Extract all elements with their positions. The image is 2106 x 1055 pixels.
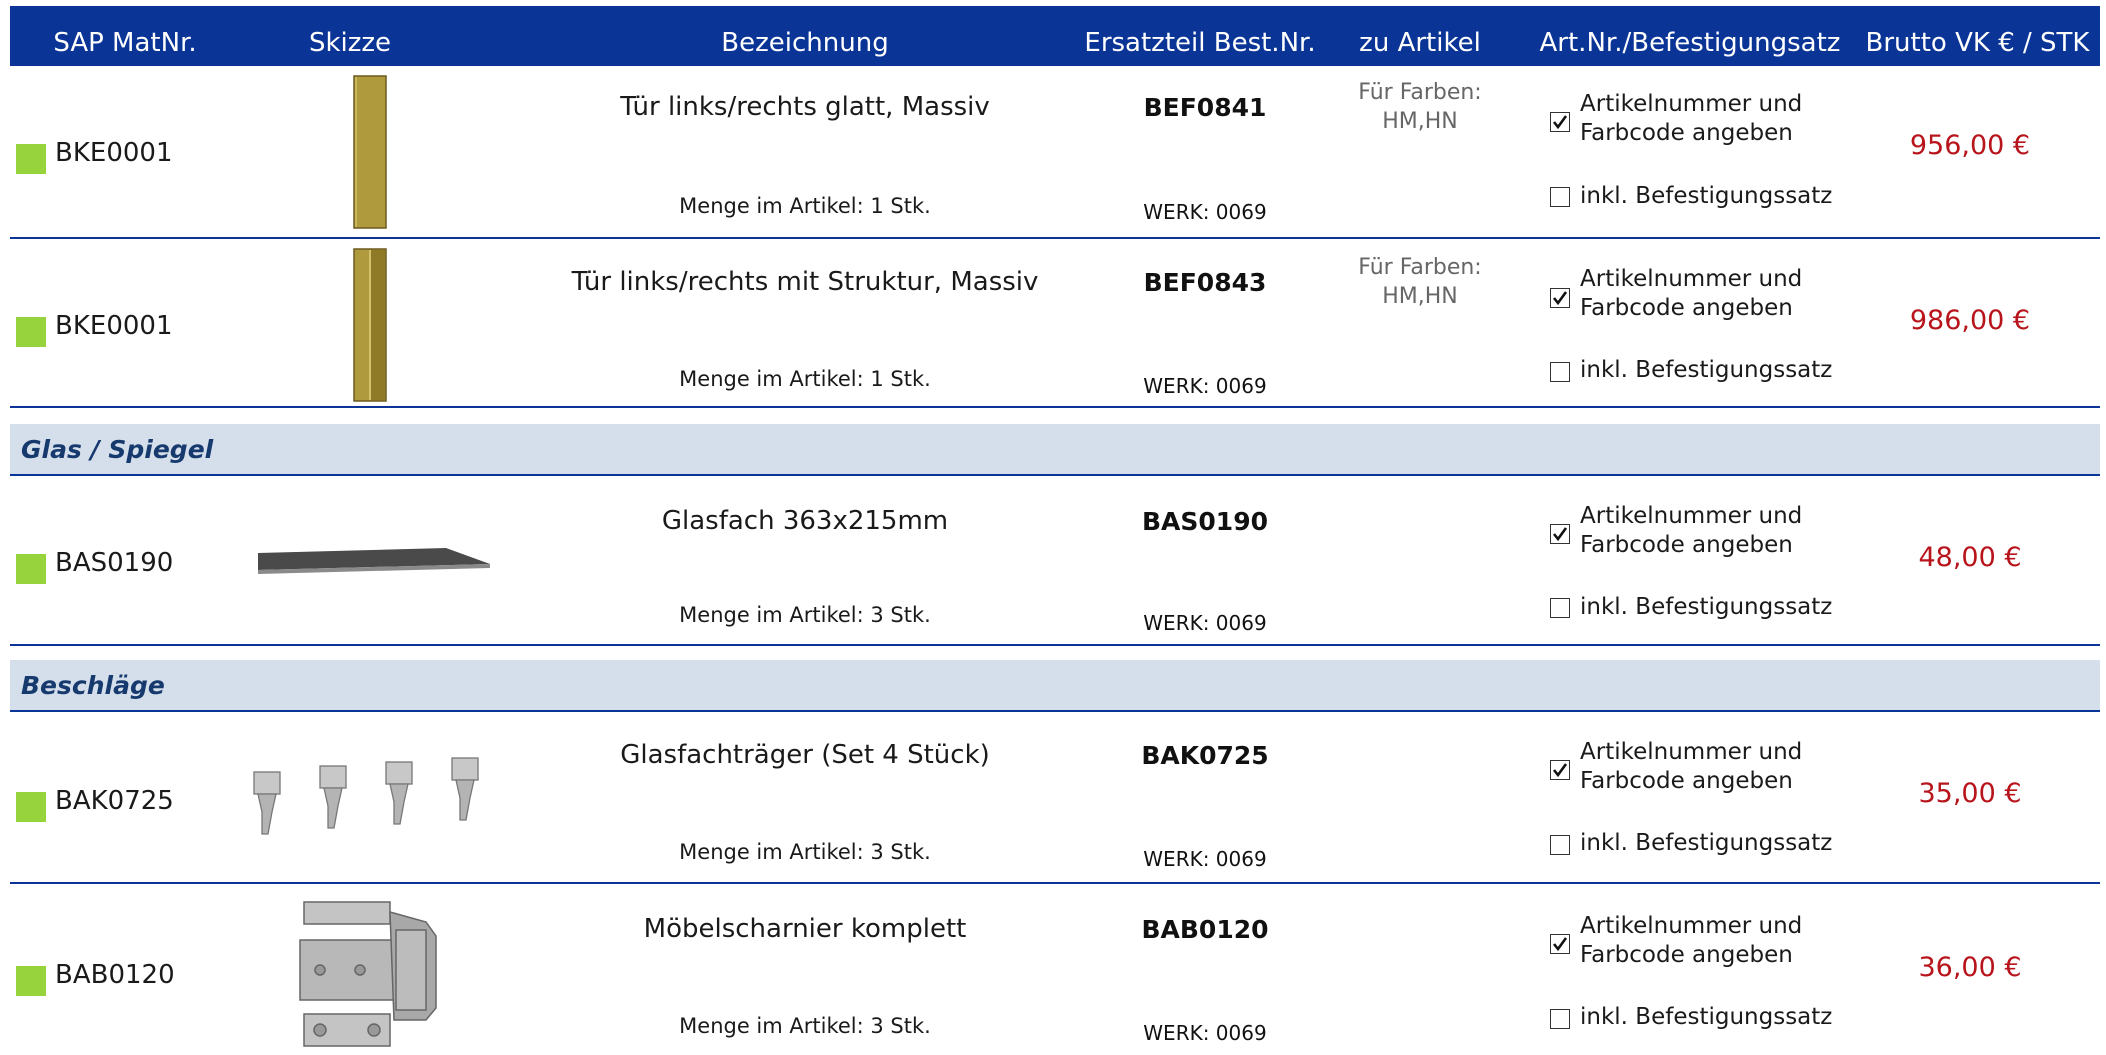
row-divider bbox=[10, 882, 2100, 884]
checkmark-icon bbox=[1552, 291, 1568, 306]
checkmark-icon bbox=[1552, 115, 1568, 130]
category-beschlaege: Beschläge bbox=[10, 660, 2100, 712]
col-header-sap: SAP MatNr. bbox=[53, 28, 197, 58]
artikelnummer-label-2: Farbcode angeben bbox=[1580, 532, 1793, 558]
ersatzteil-bestnr: BAK0725 bbox=[1141, 741, 1269, 770]
sap-matnr: BAK0725 bbox=[55, 786, 174, 816]
table-row: BAB0120 Möbelscharnier komplett Menge im… bbox=[10, 886, 2100, 1051]
befestigungssatz-checkbox[interactable] bbox=[1550, 362, 1570, 382]
artikelnummer-checkbox[interactable] bbox=[1550, 524, 1570, 544]
artikelnummer-label-2: Farbcode angeben bbox=[1580, 120, 1793, 146]
ersatzteil-bestnr: BEF0843 bbox=[1143, 268, 1267, 297]
artikelnummer-label-2: Farbcode angeben bbox=[1580, 295, 1793, 321]
farben-codes: HM,HN bbox=[1382, 284, 1458, 309]
category-title: Glas / Spiegel bbox=[21, 435, 214, 464]
befestigungssatz-label: inkl. Befestigungssatz bbox=[1580, 183, 1833, 209]
table-row: BKE0001 Tür links/rechts glatt, Massiv M… bbox=[10, 66, 2100, 239]
bezeichnung: Glasfachträger (Set 4 Stück) bbox=[620, 740, 990, 770]
farben-label: Für Farben: bbox=[1358, 80, 1482, 105]
checkmark-icon bbox=[1552, 937, 1568, 952]
table-row: BAK0725 Glasfachträger (Set 4 Stück) Men… bbox=[10, 712, 2100, 884]
artikelnummer-checkbox[interactable] bbox=[1550, 112, 1570, 132]
artikelnummer-label-1: Artikelnummer und bbox=[1580, 503, 1803, 529]
farben-label: Für Farben: bbox=[1358, 255, 1482, 280]
parts-table: SAP MatNr. Skizze Bezeichnung Ersatzteil… bbox=[10, 0, 2100, 1051]
bezeichnung: Tür links/rechts glatt, Massiv bbox=[620, 92, 990, 122]
shelf-support-icon bbox=[248, 756, 498, 850]
bezeichnung: Möbelscharnier komplett bbox=[643, 914, 967, 944]
werk-text: WERK: 0069 bbox=[1143, 847, 1267, 871]
price: 956,00 € bbox=[1909, 130, 2031, 161]
col-header-skizze: Skizze bbox=[308, 28, 392, 58]
befestigungssatz-checkbox[interactable] bbox=[1550, 187, 1570, 207]
status-indicator bbox=[16, 317, 46, 347]
werk-text: WERK: 0069 bbox=[1143, 374, 1267, 398]
sap-matnr: BKE0001 bbox=[55, 138, 173, 168]
status-indicator bbox=[16, 792, 46, 822]
menge-text: Menge im Artikel: 3 Stk. bbox=[679, 603, 931, 627]
menge-text: Menge im Artikel: 3 Stk. bbox=[679, 1014, 931, 1038]
werk-text: WERK: 0069 bbox=[1143, 611, 1267, 635]
status-indicator bbox=[16, 144, 46, 174]
price: 36,00 € bbox=[1918, 952, 2022, 983]
status-indicator bbox=[16, 554, 46, 584]
befestigungssatz-label: inkl. Befestigungssatz bbox=[1580, 1004, 1833, 1030]
table-header: SAP MatNr. Skizze Bezeichnung Ersatzteil… bbox=[10, 6, 2100, 66]
col-header-price: Brutto VK € / STK bbox=[1865, 28, 2090, 58]
ersatzteil-bestnr: BEF0841 bbox=[1143, 93, 1267, 122]
checkmark-icon bbox=[1552, 763, 1568, 778]
category-title: Beschläge bbox=[21, 671, 165, 700]
sap-matnr: BAS0190 bbox=[55, 548, 174, 578]
row-divider bbox=[10, 406, 2100, 408]
befestigungssatz-label: inkl. Befestigungssatz bbox=[1580, 357, 1833, 383]
bezeichnung: Glasfach 363x215mm bbox=[661, 506, 949, 536]
befestigungssatz-label: inkl. Befestigungssatz bbox=[1580, 830, 1833, 856]
ersatzteil-bestnr: BAB0120 bbox=[1141, 915, 1269, 944]
artikelnummer-label-2: Farbcode angeben bbox=[1580, 768, 1793, 794]
row-divider bbox=[10, 644, 2100, 646]
price: 986,00 € bbox=[1909, 305, 2031, 336]
glass-shelf-icon bbox=[246, 536, 496, 580]
artikelnummer-label-1: Artikelnummer und bbox=[1580, 913, 1803, 939]
farben-codes: HM,HN bbox=[1382, 109, 1458, 134]
category-glas-spiegel: Glas / Spiegel bbox=[10, 424, 2100, 476]
befestigungssatz-label: inkl. Befestigungssatz bbox=[1580, 594, 1833, 620]
row-divider bbox=[10, 237, 2100, 239]
befestigungssatz-checkbox[interactable] bbox=[1550, 1009, 1570, 1029]
col-header-artikel: zu Artikel bbox=[1359, 28, 1481, 58]
hinge-icon bbox=[290, 896, 460, 1055]
checkmark-icon bbox=[1552, 527, 1568, 542]
artikelnummer-label-2: Farbcode angeben bbox=[1580, 942, 1793, 968]
sap-matnr: BAB0120 bbox=[55, 960, 175, 990]
col-header-bestnr: Ersatzteil Best.Nr. bbox=[1084, 28, 1316, 58]
sap-matnr: BKE0001 bbox=[55, 311, 173, 341]
door-panel-icon bbox=[350, 74, 390, 234]
col-header-bezeichnung: Bezeichnung bbox=[721, 28, 889, 58]
ersatzteil-bestnr: BAS0190 bbox=[1142, 507, 1268, 536]
door-panel-structured-icon bbox=[350, 247, 390, 407]
table-row: BAS0190 Glasfach 363x215mm Menge im Arti… bbox=[10, 476, 2100, 646]
menge-text: Menge im Artikel: 1 Stk. bbox=[679, 194, 931, 218]
menge-text: Menge im Artikel: 1 Stk. bbox=[679, 367, 931, 391]
befestigungssatz-checkbox[interactable] bbox=[1550, 835, 1570, 855]
artikelnummer-label-1: Artikelnummer und bbox=[1580, 91, 1803, 117]
table-row: BKE0001 Tür links/rechts mit Struktur, M… bbox=[10, 241, 2100, 408]
price: 35,00 € bbox=[1918, 778, 2022, 809]
bezeichnung: Tür links/rechts mit Struktur, Massiv bbox=[571, 267, 1039, 297]
werk-text: WERK: 0069 bbox=[1143, 1021, 1267, 1045]
artikelnummer-checkbox[interactable] bbox=[1550, 760, 1570, 780]
artikelnummer-checkbox[interactable] bbox=[1550, 288, 1570, 308]
werk-text: WERK: 0069 bbox=[1143, 200, 1267, 224]
price: 48,00 € bbox=[1918, 542, 2022, 573]
befestigungssatz-checkbox[interactable] bbox=[1550, 598, 1570, 618]
col-header-artnr: Art.Nr./Befestigungsatz bbox=[1539, 28, 1841, 58]
status-indicator bbox=[16, 966, 46, 996]
artikelnummer-label-1: Artikelnummer und bbox=[1580, 739, 1803, 765]
menge-text: Menge im Artikel: 3 Stk. bbox=[679, 840, 931, 864]
artikelnummer-checkbox[interactable] bbox=[1550, 934, 1570, 954]
artikelnummer-label-1: Artikelnummer und bbox=[1580, 266, 1803, 292]
